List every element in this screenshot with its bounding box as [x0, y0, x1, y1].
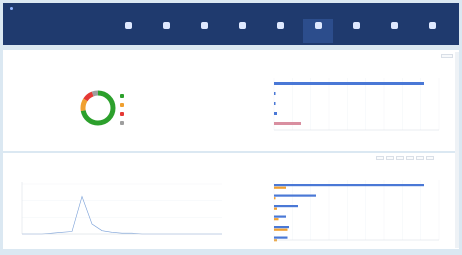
resource-bar-chart: [273, 78, 440, 131]
legend-swatch: [120, 111, 124, 116]
distribution-bar-chart: [273, 180, 440, 242]
chart-icon: [314, 22, 322, 29]
nav-item-4[interactable]: [265, 19, 295, 43]
bar-s0-3[interactable]: [274, 215, 286, 218]
toolbar-button-5[interactable]: [426, 156, 434, 160]
toolbar-button-1[interactable]: [386, 156, 394, 160]
trend-line-chart: [21, 182, 222, 235]
bar-s0-4[interactable]: [274, 226, 289, 229]
refresh-button[interactable]: [441, 54, 453, 58]
bar-0[interactable]: [274, 82, 424, 85]
nav-item-8[interactable]: [417, 19, 447, 43]
app-title: [7, 6, 13, 10]
legend-swatch: [120, 102, 124, 107]
bar-s1-4[interactable]: [274, 228, 288, 231]
bar-s0-5[interactable]: [274, 236, 288, 239]
donut-legend: [120, 91, 131, 127]
bar-s1-5[interactable]: [274, 239, 277, 242]
bar-s0-1[interactable]: [274, 194, 316, 197]
bar-s0-0[interactable]: [274, 184, 424, 187]
nav-item-1[interactable]: [151, 19, 181, 43]
nav-icon-bar: [113, 19, 459, 43]
toolbar-button-2[interactable]: [396, 156, 404, 160]
home-icon: [124, 22, 132, 29]
bar-2[interactable]: [274, 102, 276, 105]
bar-s1-0[interactable]: [274, 186, 286, 189]
bar-s0-2[interactable]: [274, 205, 298, 208]
user-icon: [428, 22, 436, 29]
network-icon: [276, 22, 284, 29]
status-donut-chart: [80, 90, 116, 126]
toolbar-button-4[interactable]: [416, 156, 424, 160]
bar-s1-2[interactable]: [274, 207, 277, 210]
server-icon: [162, 22, 170, 29]
nav-item-6[interactable]: [341, 19, 371, 43]
nav-item-7[interactable]: [379, 19, 409, 43]
bar-s1-3[interactable]: [274, 218, 279, 221]
legend-swatch: [120, 120, 124, 125]
status-dot-icon: [10, 6, 13, 10]
cloud-icon: [352, 22, 360, 29]
nav-item-0[interactable]: [113, 19, 143, 43]
nav-item-3[interactable]: [227, 19, 257, 43]
nav-item-5[interactable]: [303, 19, 333, 43]
legend-swatch: [120, 93, 124, 98]
nav-item-2[interactable]: [189, 19, 219, 43]
legend-item: [120, 118, 131, 127]
bar-4[interactable]: [274, 122, 301, 125]
database-icon: [238, 22, 246, 29]
top-navigation-bar: [3, 3, 459, 45]
bar-1[interactable]: [274, 92, 276, 95]
settings-icon: [390, 22, 398, 29]
legend-item: [120, 100, 131, 109]
toolbar-button-3[interactable]: [406, 156, 414, 160]
legend-item: [120, 109, 131, 118]
toolbar-button-0[interactable]: [376, 156, 384, 160]
grid-icon: [200, 22, 208, 29]
bar-3[interactable]: [274, 112, 277, 115]
page-scrollbar[interactable]: [455, 52, 459, 248]
bar-s1-1[interactable]: [274, 197, 276, 200]
trend-series-line[interactable]: [22, 195, 222, 235]
time-range-toolbar: [374, 156, 434, 160]
legend-item: [120, 91, 131, 100]
